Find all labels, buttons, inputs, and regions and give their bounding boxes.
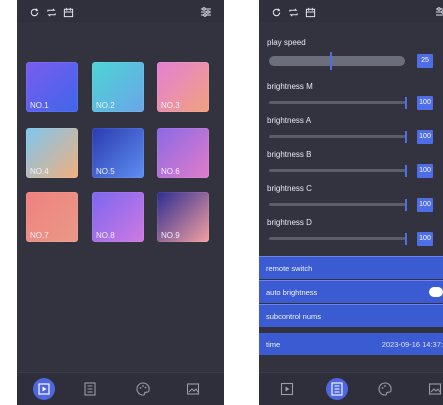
refresh-icon[interactable] <box>29 5 40 17</box>
document-icon[interactable] <box>82 381 98 397</box>
brightness-track[interactable] <box>269 135 407 138</box>
auto-brightness-row[interactable]: auto brightness <box>259 280 443 303</box>
preset-tile[interactable]: NO.9 <box>157 192 209 242</box>
repeat-icon[interactable] <box>46 5 57 17</box>
brightness-slider: brightness C 100 <box>267 184 443 212</box>
preset-tile[interactable]: NO.6 <box>157 128 209 178</box>
brightness-label: brightness D <box>267 218 312 227</box>
settings-screen: play speed 25 brightness M 100 brightness … <box>259 0 443 405</box>
brightness-value[interactable]: 100 <box>417 232 433 246</box>
auto-brightness-toggle[interactable] <box>429 287 443 297</box>
preset-label: NO.7 <box>30 231 49 240</box>
preset-tile[interactable]: NO.1 <box>26 62 78 112</box>
document-icon[interactable] <box>326 378 348 400</box>
auto-brightness-label: auto brightness <box>266 288 318 297</box>
play-speed-value[interactable]: 25 <box>417 54 433 68</box>
subcontrol-nums-label: subcontrol nums <box>266 312 322 321</box>
play-screen-icon[interactable] <box>33 378 55 400</box>
time-row[interactable]: time 2023-09-16 14:37: <box>259 333 443 355</box>
brightness-track[interactable] <box>269 101 407 104</box>
brightness-value[interactable]: 100 <box>417 198 433 212</box>
subcontrol-nums-row[interactable]: subcontrol nums <box>259 304 443 327</box>
palette-icon[interactable] <box>135 381 151 397</box>
presets-screen: NO.1 NO.2 NO.3 NO.4 NO.5 NO.6 NO.7 NO.8 NO.9 <box>17 0 224 405</box>
bottom-nav <box>17 372 224 405</box>
preset-label: NO.4 <box>30 167 49 176</box>
repeat-icon[interactable] <box>288 5 299 17</box>
calendar-icon[interactable] <box>63 5 74 18</box>
sliders-icon[interactable] <box>435 5 443 17</box>
brightness-thumb[interactable] <box>405 131 407 143</box>
brightness-track[interactable] <box>269 169 407 172</box>
sliders-icon[interactable] <box>200 5 212 17</box>
remote-switch-row[interactable]: remote switch <box>259 256 443 279</box>
top-toolbar <box>17 0 224 22</box>
brightness-slider: brightness M 100 <box>267 82 443 110</box>
brightness-label: brightness A <box>267 116 312 125</box>
brightness-track[interactable] <box>269 237 407 240</box>
brightness-label: brightness M <box>267 82 313 91</box>
image-icon[interactable] <box>427 381 443 397</box>
brightness-thumb[interactable] <box>405 97 407 109</box>
brightness-slider: brightness A 100 <box>267 116 443 144</box>
preset-tile[interactable]: NO.5 <box>92 128 144 178</box>
preset-tile[interactable]: NO.3 <box>157 62 209 112</box>
brightness-label: brightness C <box>267 184 312 193</box>
brightness-thumb[interactable] <box>405 165 407 177</box>
time-value: 2023-09-16 14:37: <box>381 340 443 349</box>
preset-label: NO.5 <box>96 167 115 176</box>
brightness-thumb[interactable] <box>405 233 407 245</box>
palette-icon[interactable] <box>377 381 393 397</box>
brightness-label: brightness B <box>267 150 312 159</box>
preset-label: NO.1 <box>30 101 49 110</box>
preset-label: NO.8 <box>96 231 115 240</box>
preset-tile[interactable]: NO.7 <box>26 192 78 242</box>
bottom-nav <box>259 372 443 405</box>
refresh-icon[interactable] <box>271 5 282 17</box>
play-speed-thumb[interactable] <box>330 52 333 70</box>
brightness-value[interactable]: 100 <box>417 96 433 110</box>
preset-tile[interactable]: NO.2 <box>92 62 144 112</box>
play-speed-track[interactable] <box>269 56 405 66</box>
remote-switch-label: remote switch <box>266 264 313 273</box>
preset-tile[interactable]: NO.4 <box>26 128 78 178</box>
brightness-slider: brightness B 100 <box>267 150 443 178</box>
preset-label: NO.6 <box>161 167 180 176</box>
preset-label: NO.2 <box>96 101 115 110</box>
play-speed-control: play speed 25 <box>267 38 443 70</box>
play-screen-icon[interactable] <box>279 381 295 397</box>
brightness-slider: brightness D 100 <box>267 218 443 246</box>
preset-label: NO.3 <box>161 101 180 110</box>
preset-tile[interactable]: NO.8 <box>92 192 144 242</box>
calendar-icon[interactable] <box>305 5 316 18</box>
preset-label: NO.9 <box>161 231 180 240</box>
play-speed-label: play speed <box>267 38 306 47</box>
time-label: time <box>266 340 281 349</box>
image-icon[interactable] <box>185 381 201 397</box>
brightness-track[interactable] <box>269 203 407 206</box>
top-toolbar <box>259 0 443 22</box>
brightness-value[interactable]: 100 <box>417 164 433 178</box>
brightness-value[interactable]: 100 <box>417 130 433 144</box>
brightness-thumb[interactable] <box>405 199 407 211</box>
